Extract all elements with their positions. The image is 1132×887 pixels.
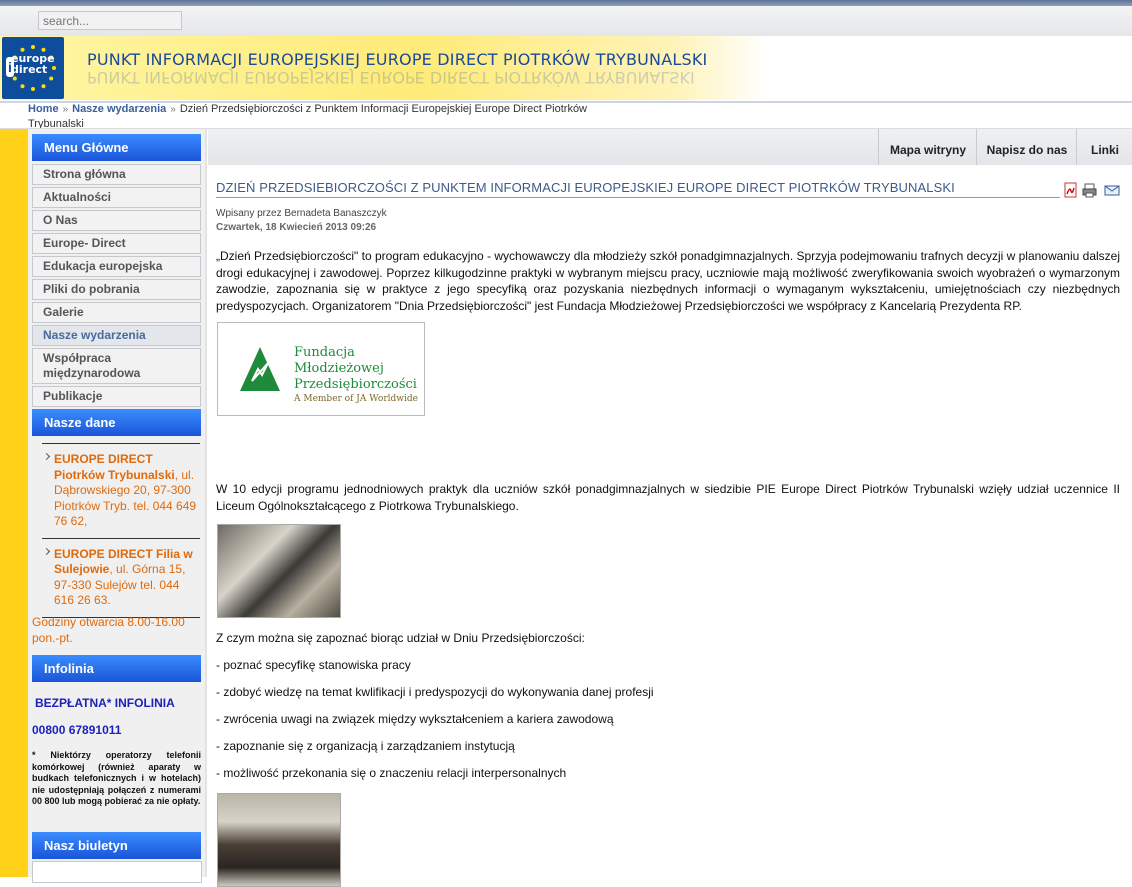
bullet-arrow-icon bbox=[42, 452, 51, 461]
menu-item-strona-glowna[interactable]: Strona główna bbox=[32, 164, 201, 185]
menu-item-edukacja-europejska[interactable]: Edukacja europejska bbox=[32, 256, 201, 277]
infolinia-note: * Niektórzy operatorzy telefonii komórko… bbox=[32, 750, 201, 806]
newsletter-box bbox=[32, 861, 202, 883]
fund-name-line1: Fundacja bbox=[294, 345, 355, 360]
infolinia-title: Infolinia bbox=[32, 655, 201, 682]
event-photo-1[interactable] bbox=[217, 524, 341, 618]
breadcrumb-arrow-icon: » bbox=[170, 104, 176, 115]
list-intro: Z czym można się zapoznać biorąc udział … bbox=[216, 631, 585, 645]
links-link[interactable]: Linki bbox=[1076, 129, 1132, 165]
list-item: - poznać specyfikę stanowiska pracy bbox=[216, 658, 411, 672]
bullet-arrow-icon bbox=[42, 547, 51, 555]
search-input[interactable] bbox=[38, 11, 182, 30]
our-data-title: Nasze dane bbox=[32, 409, 201, 436]
article-title: DZIEŃ PRZEDSIEBIORCZOŚCI Z PUNKTEM INFOR… bbox=[216, 180, 1060, 198]
newsletter-title: Nasz biuletyn bbox=[32, 832, 201, 859]
breadcrumb-arrow-icon: » bbox=[62, 104, 69, 115]
header-banner: i europe direct PUNKT INFORMACJI EUROPEJS… bbox=[0, 36, 1132, 102]
contact-us-link[interactable]: Napisz do nas bbox=[976, 129, 1077, 165]
fund-tagline: A Member of JA Worldwide bbox=[294, 394, 418, 404]
list-item: - zwrócenia uwagi na związek między wyks… bbox=[216, 712, 614, 726]
list-item: - zdobyć wiedzę na temat kwlifikacji i p… bbox=[216, 685, 654, 699]
list-item: - możliwość przekonania się o znaczeniu … bbox=[216, 766, 567, 780]
breadcrumb-section-link[interactable]: Nasze wydarzenia bbox=[72, 103, 166, 115]
sitemap-link[interactable]: Mapa witryny bbox=[878, 129, 977, 165]
menu-item-galerie[interactable]: Galerie bbox=[32, 302, 201, 323]
yellow-side-bar bbox=[0, 129, 28, 877]
opening-hours: Godziny otwarcia 8.00-16.00 pon.-pt. bbox=[32, 615, 185, 645]
contact-list: EUROPE DIRECT Piotrków Trybunalski, ul. … bbox=[32, 443, 201, 618]
email-icon[interactable] bbox=[1104, 185, 1120, 196]
search-bar bbox=[0, 6, 1132, 37]
contact-name[interactable]: EUROPE DIRECT Piotrków Trybunalski bbox=[54, 452, 175, 482]
infolinia-number: 00800 67891011 bbox=[32, 723, 122, 737]
menu-item-pliki-do-pobrania[interactable]: Pliki do pobrania bbox=[32, 279, 201, 300]
article-author: Wpisany przez Bernadeta Banaszczyk bbox=[216, 208, 387, 219]
breadcrumb: Home» Nasze wydarzenia» Dzień Przedsiębior… bbox=[28, 102, 618, 131]
main-menu: Strona główna Aktualności O Nas Europe- … bbox=[32, 164, 201, 409]
site-title: PUNKT INFORMACJI EUROPEJSKIEJ EUROPE DIR… bbox=[87, 50, 708, 69]
article-tools bbox=[1063, 182, 1123, 198]
menu-item-publikacje[interactable]: Publikacje bbox=[32, 386, 201, 407]
contact-item: EUROPE DIRECT Filia w Sulejowie, ul. Gór… bbox=[32, 539, 201, 617]
menu-item-nasze-wydarzenia[interactable]: Nasze wydarzenia bbox=[32, 325, 201, 346]
top-links-bar: Mapa witryny Napisz do nas Linki bbox=[208, 129, 1132, 165]
contact-item: EUROPE DIRECT Piotrków Trybunalski, ul. … bbox=[32, 444, 201, 538]
list-item: - zapoznanie się z organizacją i zarządz… bbox=[216, 739, 515, 753]
menu-item-europe-direct[interactable]: Europe- Direct bbox=[32, 233, 201, 254]
pdf-icon[interactable] bbox=[1064, 182, 1077, 198]
fund-name-line3: Przedsiębiorczości bbox=[294, 377, 417, 392]
article-edition: W 10 edycji programu jednodniowych prakt… bbox=[216, 482, 1120, 513]
logo-text: europe direct bbox=[11, 52, 55, 76]
column-divider bbox=[205, 129, 207, 877]
print-icon[interactable] bbox=[1082, 183, 1097, 198]
event-photo-2[interactable] bbox=[217, 793, 341, 887]
menu-item-aktualnosci[interactable]: Aktualności bbox=[32, 187, 201, 208]
fund-name-line2: Młodzieżowej bbox=[294, 361, 384, 376]
menu-item-o-nas[interactable]: O Nas bbox=[32, 210, 201, 231]
menu-item-wspolpraca-miedzynarodowa[interactable]: Współpraca międzynarodowa bbox=[32, 348, 201, 384]
infolinia-label: BEZPŁATNA* INFOLINIA bbox=[35, 696, 175, 710]
article-intro: „Dzień Przedsiębiorczości" to program ed… bbox=[216, 249, 1121, 313]
europe-direct-logo[interactable]: i europe direct bbox=[2, 37, 64, 99]
article-date: Czwartek, 18 Kwiecień 2013 09:26 bbox=[216, 222, 377, 233]
breadcrumb-home-link[interactable]: Home bbox=[28, 103, 59, 115]
fundacja-logo-image: Fundacja Młodzieżowej Przedsiębiorczości… bbox=[217, 322, 425, 416]
menu-title: Menu Główne bbox=[32, 134, 201, 161]
site-title-reflection: PUNKT INFORMACJI EUROPEJSKIEJ EUROPE DIR… bbox=[87, 68, 695, 87]
